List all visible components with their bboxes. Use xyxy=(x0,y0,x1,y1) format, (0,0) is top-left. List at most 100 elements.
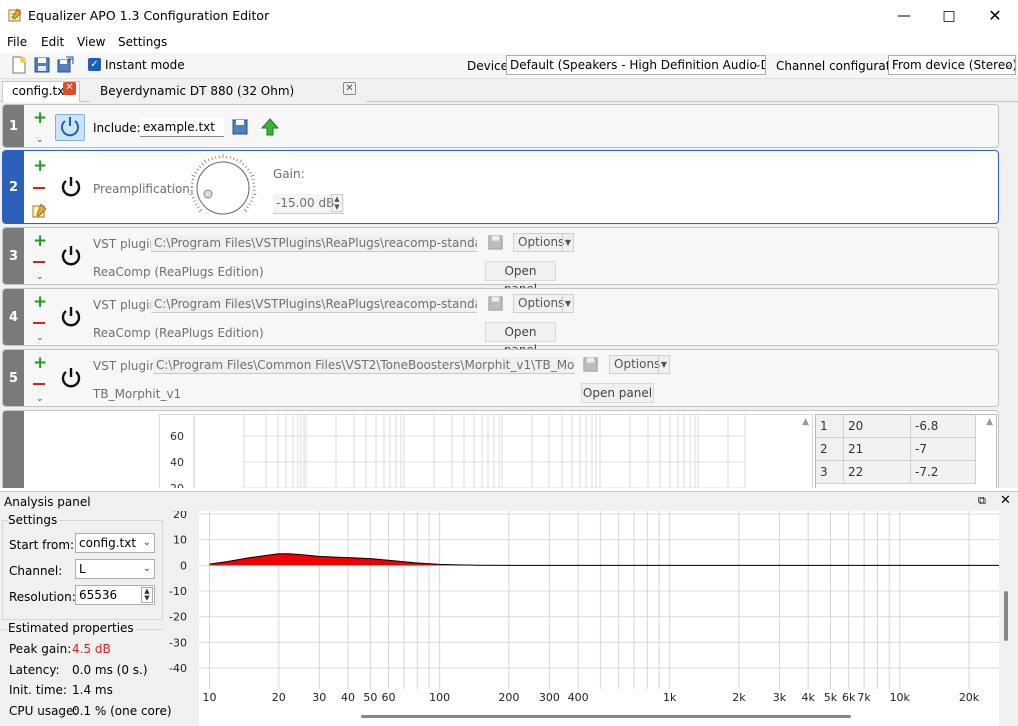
knob-tick xyxy=(193,200,196,202)
x-tick-label: 100 xyxy=(429,691,450,704)
channel-dropdown[interactable]: L ⌄ xyxy=(75,559,155,579)
power-icon[interactable] xyxy=(59,366,83,390)
open-panel-button[interactable]: Open panel xyxy=(485,261,556,296)
table-cell[interactable]: 22 xyxy=(844,461,911,484)
cpu-usage-value: 0.1 % (one core) xyxy=(72,704,172,718)
table-row[interactable]: 1 20 -6.8 xyxy=(816,415,978,438)
row-header: 2 xyxy=(816,438,844,461)
table-cell[interactable]: -6.8 xyxy=(911,415,976,438)
y-tick-label: 60 xyxy=(170,430,184,443)
table-cell[interactable]: 21 xyxy=(844,438,911,461)
band-table[interactable]: 1 20 -6.8 2 21 -7 3 22 -7.2 ▲ xyxy=(815,414,997,488)
expand-icon[interactable]: ⌄ xyxy=(36,394,44,404)
knob-tick xyxy=(248,171,252,174)
table-row[interactable]: 2 21 -7 xyxy=(816,438,978,461)
menu-view[interactable]: View xyxy=(77,35,105,49)
vst-path-field[interactable]: C:\Program Files\VSTPlugins\ReaPlugs\rea… xyxy=(151,235,477,252)
table-cell[interactable]: -7.2 xyxy=(911,461,976,484)
channel-label: Channel: xyxy=(9,564,63,578)
power-icon[interactable] xyxy=(59,244,83,268)
vst-path-field[interactable]: C:\Program Files\Common Files\VST2\ToneB… xyxy=(153,357,575,374)
options-button[interactable]: Options ▼ xyxy=(513,233,574,252)
knob-tick xyxy=(196,168,199,171)
minimize-button[interactable]: — xyxy=(881,0,927,31)
expand-icon[interactable]: ⌄ xyxy=(36,333,44,343)
close-tab-icon[interactable]: ✕ xyxy=(63,82,76,95)
frequency-response-chart[interactable]: 20100-10-20-30-4010 20 30 40 50 60 100 200 300 40… xyxy=(166,511,1018,726)
graphic-eq-graph[interactable]: 60 40 20 ▲ xyxy=(159,414,813,488)
knob-tick xyxy=(191,196,195,199)
edit-icon[interactable] xyxy=(32,203,47,218)
add-icon[interactable]: + xyxy=(33,294,47,311)
add-icon[interactable]: + xyxy=(33,110,47,127)
spin-arrows-icon[interactable]: ▲ ▼ xyxy=(141,587,153,603)
vst-path-field[interactable]: C:\Program Files\VSTPlugins\ReaPlugs\rea… xyxy=(151,296,477,313)
scroll-up-arrow-icon[interactable]: ▲ xyxy=(986,417,993,427)
open-panel-button[interactable]: Open panel xyxy=(485,322,556,357)
add-icon[interactable]: + xyxy=(33,158,47,175)
remove-icon[interactable] xyxy=(33,383,45,385)
table-row[interactable]: 3 22 -7.2 xyxy=(816,461,978,484)
channel-value: L xyxy=(79,562,86,576)
save-icon[interactable] xyxy=(582,356,599,373)
expand-icon[interactable]: ⌄ xyxy=(36,272,44,282)
options-button[interactable]: Options ▼ xyxy=(609,355,670,374)
knob-tick xyxy=(203,159,207,164)
instant-mode-checkbox[interactable]: ✓ xyxy=(88,58,101,71)
new-file-icon[interactable] xyxy=(10,56,28,74)
remove-icon[interactable] xyxy=(33,187,45,189)
open-file-icon[interactable] xyxy=(231,118,249,136)
toolbar: ✓ Instant mode Device: Default (Speakers… xyxy=(0,53,1018,79)
knob-tick xyxy=(197,206,200,209)
menu-file[interactable]: File xyxy=(7,35,27,49)
add-icon[interactable]: + xyxy=(33,355,47,372)
knob-tick xyxy=(201,163,204,166)
menu-settings[interactable]: Settings xyxy=(118,35,167,49)
gain-spinbox[interactable]: -15.00 dB ▲ ▼ xyxy=(273,194,344,214)
save-icon[interactable] xyxy=(487,234,504,251)
x-tick-label: 7k xyxy=(857,691,871,704)
remove-icon[interactable] xyxy=(33,322,45,324)
channel-config-dropdown[interactable]: From device (Stereo) ⌄ xyxy=(888,55,1016,75)
save-icon[interactable] xyxy=(33,56,51,74)
spin-arrows-icon[interactable]: ▲ ▼ xyxy=(331,194,343,212)
start-from-dropdown[interactable]: config.txt ⌄ xyxy=(75,533,155,553)
save-icon[interactable] xyxy=(487,295,504,312)
expand-icon[interactable]: ⌄ xyxy=(36,135,44,145)
tab-parametric-eq[interactable]: Beyerdynamic DT 880 (32 Ohm) ParametricE… xyxy=(90,81,366,117)
options-button[interactable]: Options ▼ xyxy=(513,294,574,313)
upload-arrow-icon[interactable] xyxy=(261,118,279,136)
x-tick-label: 50 xyxy=(363,691,377,704)
maximize-button[interactable]: □ xyxy=(926,0,972,31)
power-icon[interactable] xyxy=(59,175,83,199)
power-icon[interactable] xyxy=(59,305,83,329)
include-file-input[interactable]: example.txt xyxy=(140,118,224,137)
tab-bar: config.txt ✕ Beyerdynamic DT 880 (32 Ohm… xyxy=(0,79,1018,117)
x-tick-label: 60 xyxy=(382,691,396,704)
knob-dial xyxy=(196,161,250,215)
knob-tick xyxy=(198,208,203,213)
close-tab-icon[interactable]: ✕ xyxy=(343,82,356,95)
y-tick-label: 0 xyxy=(180,559,187,572)
menu-bar: File Edit View Settings xyxy=(0,31,1018,53)
save-as-icon[interactable] xyxy=(56,56,74,74)
close-panel-icon[interactable]: ✕ xyxy=(1000,493,1011,508)
graphic-eq-grid: 60 40 20 xyxy=(170,415,746,488)
resolution-spinbox[interactable]: 65536 ▲ ▼ xyxy=(75,585,155,605)
scroll-up-arrow-icon[interactable]: ▲ xyxy=(802,417,809,427)
remove-icon[interactable] xyxy=(33,261,45,263)
knob-indicator xyxy=(203,189,213,199)
table-cell[interactable]: -7 xyxy=(911,438,976,461)
menu-edit[interactable]: Edit xyxy=(41,35,64,49)
table-cell[interactable]: 20 xyxy=(844,415,911,438)
add-icon[interactable]: + xyxy=(33,233,47,250)
peak-gain-label: Peak gain: xyxy=(9,642,72,656)
filter-row-preamp: 2 + Preamplification: Gain: -15.00 dB ▲ ▼ xyxy=(2,150,999,224)
close-window-button[interactable]: ✕ xyxy=(972,0,1018,31)
device-dropdown[interactable]: Default (Speakers - High Definition Audi… xyxy=(506,55,766,75)
gain-knob[interactable] xyxy=(188,153,258,223)
float-panel-icon[interactable]: ⧉ xyxy=(978,494,986,508)
settings-title: Settings xyxy=(8,513,60,527)
open-panel-button[interactable]: Open panel xyxy=(581,383,654,403)
knob-tick xyxy=(250,174,255,177)
